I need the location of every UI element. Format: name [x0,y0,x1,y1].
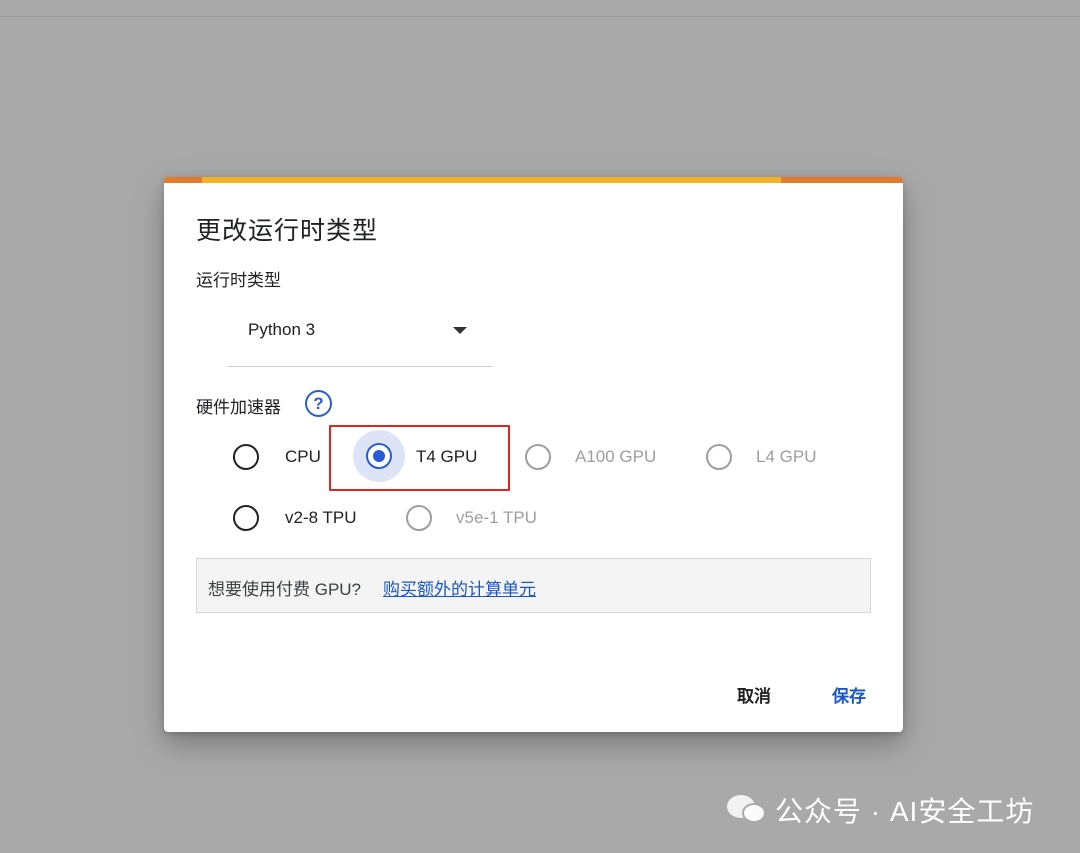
runtime-type-label: 运行时类型 [196,271,281,290]
wechat-bubble-small [742,803,766,823]
save-button[interactable]: 保存 [832,682,866,707]
watermark: 公众号 · AI安全工坊 [727,790,1034,830]
help-icon[interactable]: ? [305,390,332,417]
radio-option-v5e-1-tpu[interactable]: v5e-1 TPU [406,498,556,538]
buy-compute-units-link[interactable]: 购买额外的计算单元 [383,575,536,600]
notice-text: 想要使用付费 GPU? [208,580,362,599]
watermark-text: 公众号 · AI安全工坊 [775,796,1035,827]
progress-segment-right [781,177,903,183]
change-runtime-dialog: 更改运行时类型 运行时类型 Python 3 硬件加速器 ? CPU T4 GP… [164,177,903,732]
radio-option-v2-8-tpu[interactable]: v2-8 TPU [233,498,373,538]
radio-option-cpu[interactable]: CPU [233,437,333,477]
radio-button-icon[interactable] [706,444,732,470]
dropdown-arrow-icon [453,327,467,334]
radio-button-icon[interactable] [406,505,432,531]
radio-label: CPU [285,447,321,466]
radio-label: v5e-1 TPU [456,508,537,527]
paid-gpu-notice: 想要使用付费 GPU? 购买额外的计算单元 [196,558,871,613]
radio-button-icon[interactable] [233,505,259,531]
progress-segment-left [164,177,202,183]
progress-bar [164,177,903,183]
radio-label: L4 GPU [756,447,817,466]
hardware-accelerator-label: 硬件加速器 [196,398,281,417]
runtime-type-select[interactable]: Python 3 [227,306,493,367]
highlight-annotation-box [329,425,510,491]
dialog-title: 更改运行时类型 [196,217,379,245]
radio-label: v2-8 TPU [285,508,357,527]
radio-option-a100-gpu[interactable]: A100 GPU [525,437,675,477]
runtime-type-value: Python 3 [248,320,316,339]
top-bar [0,0,1080,17]
cancel-button[interactable]: 取消 [737,682,771,707]
radio-button-icon[interactable] [233,444,259,470]
radio-label: A100 GPU [575,447,657,466]
radio-option-l4-gpu[interactable]: L4 GPU [706,437,836,477]
radio-button-icon[interactable] [525,444,551,470]
wechat-icon [727,793,769,827]
